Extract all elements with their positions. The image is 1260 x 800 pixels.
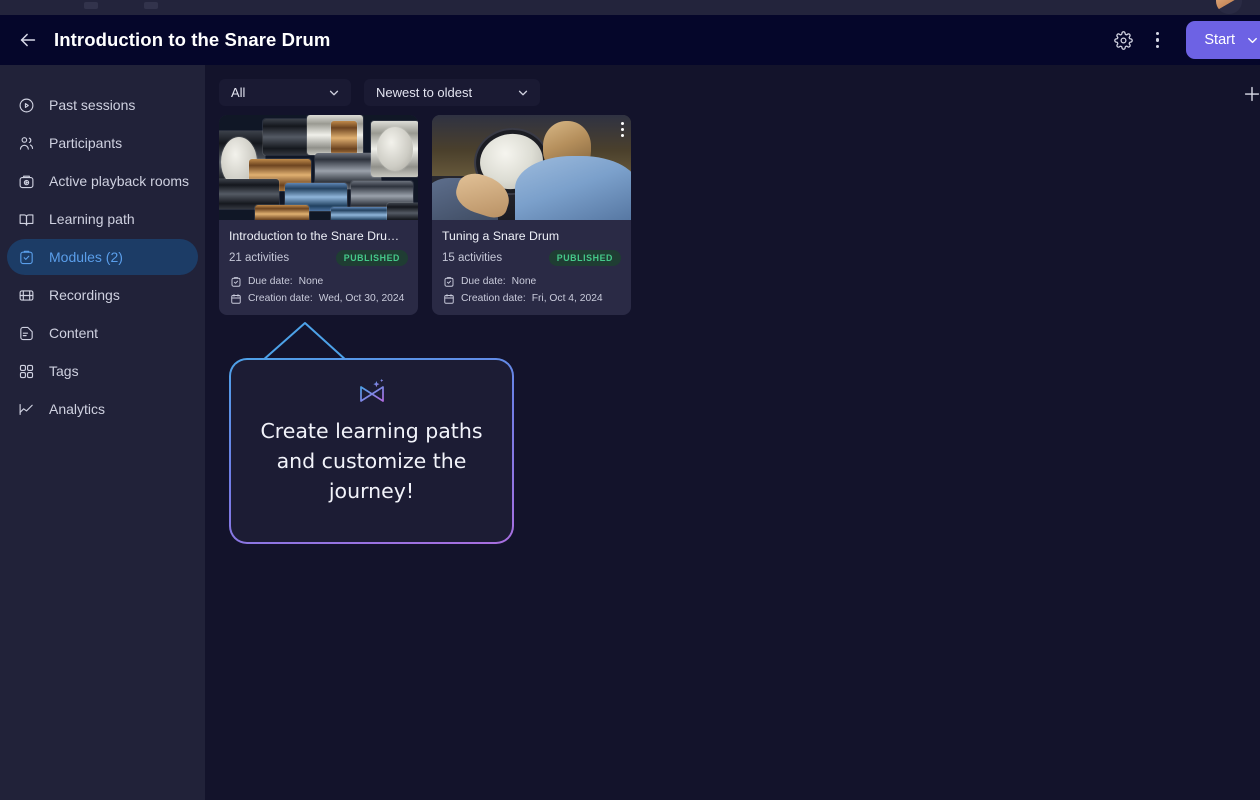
module-card-meta: 15 activities PUBLISHED — [442, 250, 621, 266]
chevron-down-icon — [1248, 37, 1257, 43]
learning-path-callout: Create learning paths and customize the … — [229, 322, 514, 544]
back-button[interactable] — [8, 20, 48, 60]
module-creation-date-label: Creation date: — [248, 293, 313, 304]
start-button[interactable]: Start — [1186, 21, 1260, 59]
module-card-title: Tuning a Snare Drum — [442, 229, 560, 243]
sidebar-item-recordings[interactable]: Recordings — [7, 277, 198, 313]
settings-button[interactable] — [1106, 23, 1140, 57]
module-due-date-row: Due date: None — [229, 275, 408, 288]
module-activities-count: 21 activities — [229, 252, 290, 264]
sidebar-item-learning-path[interactable]: Learning path — [7, 201, 198, 237]
sidebar-item-label: Past sessions — [49, 97, 136, 113]
callout-text: Create learning paths and customize the … — [260, 419, 483, 503]
header-actions: Start — [1106, 15, 1260, 65]
calendar-icon — [229, 292, 242, 305]
app-root: Introduction to the Snare Drum Start Pas… — [0, 0, 1260, 800]
module-card-meta: 21 activities PUBLISHED — [229, 250, 408, 266]
callout-box: Create learning paths and customize the … — [229, 358, 514, 544]
document-icon — [17, 324, 35, 342]
sidebar-item-active-playback-rooms[interactable]: Active playback rooms — [7, 163, 198, 199]
person-tuning-snare-drum-photo — [432, 115, 631, 220]
browser-tab-ghost-1[interactable] — [84, 2, 98, 9]
module-card-title: Introduction to the Snare Drum.mp4 — [229, 229, 408, 243]
module-creation-date-row: Creation date: Wed, Oct 30, 2024 — [229, 292, 408, 305]
browser-chrome-strip — [0, 0, 1260, 15]
filter-select[interactable]: All — [219, 79, 351, 106]
arrow-left-icon — [20, 33, 36, 47]
clipboard-check-icon — [442, 275, 455, 288]
sidebar-item-content[interactable]: Content — [7, 315, 198, 351]
history-play-icon — [17, 96, 35, 114]
sidebar: Past sessions Participants Active playba… — [0, 65, 205, 800]
sidebar-item-participants[interactable]: Participants — [7, 125, 198, 161]
sidebar-item-label: Modules (2) — [49, 249, 123, 265]
module-activities-count: 15 activities — [442, 252, 503, 264]
sidebar-item-label: Learning path — [49, 211, 135, 227]
chevron-down-icon — [329, 90, 339, 95]
playback-room-icon — [17, 172, 35, 190]
module-card[interactable]: Introduction to the Snare Drum.mp4 21 ac… — [219, 115, 418, 315]
kebab-menu-icon — [1155, 31, 1160, 49]
module-card-menu-button[interactable] — [621, 122, 624, 137]
clipboard-check-icon — [17, 248, 35, 266]
sidebar-item-label: Participants — [49, 135, 123, 151]
line-chart-icon — [17, 400, 35, 418]
module-creation-date-value: Wed, Oct 30, 2024 — [318, 293, 405, 304]
module-due-date-value: None — [298, 276, 324, 287]
filter-select-value: All — [231, 85, 246, 100]
sidebar-item-label: Content — [49, 325, 99, 341]
modules-card-grid: Introduction to the Snare Drum.mp4 21 ac… — [219, 115, 631, 315]
module-creation-date-label: Creation date: — [461, 293, 526, 304]
snare-drum-collection-photo — [219, 115, 418, 220]
sidebar-item-label: Active playback rooms — [49, 173, 190, 189]
header-more-button[interactable] — [1140, 23, 1174, 57]
status-badge: PUBLISHED — [335, 250, 408, 266]
module-creation-date-row: Creation date: Fri, Oct 4, 2024 — [442, 292, 621, 305]
calendar-icon — [442, 292, 455, 305]
chevron-down-icon — [518, 90, 528, 95]
module-due-date-label: Due date: — [248, 276, 293, 287]
start-button-label: Start — [1204, 32, 1235, 48]
sidebar-item-analytics[interactable]: Analytics — [7, 391, 198, 427]
add-module-button[interactable] — [1237, 79, 1260, 109]
module-card-body: Tuning a Snare Drum 15 activities PUBLIS… — [432, 220, 631, 315]
tags-grid-icon — [17, 362, 35, 380]
avatar[interactable] — [1216, 0, 1242, 14]
modules-toolbar: All Newest to oldest — [219, 79, 540, 106]
browser-tab-ghost-2[interactable] — [144, 2, 158, 9]
module-creation-date-value: Fri, Oct 4, 2024 — [531, 293, 603, 304]
book-icon — [17, 210, 35, 228]
plus-icon — [1244, 86, 1260, 102]
module-due-date-label: Due date: — [461, 276, 506, 287]
app-header: Introduction to the Snare Drum Start — [0, 15, 1260, 65]
people-icon — [17, 134, 35, 152]
module-due-date-value: None — [511, 276, 537, 287]
sparkle-hourglass-icon — [359, 378, 384, 402]
sidebar-item-tags[interactable]: Tags — [7, 353, 198, 389]
film-icon — [17, 286, 35, 304]
sidebar-item-modules[interactable]: Modules (2) — [7, 239, 198, 275]
sidebar-item-label: Analytics — [49, 401, 106, 417]
module-card-body: Introduction to the Snare Drum.mp4 21 ac… — [219, 220, 418, 315]
sort-select[interactable]: Newest to oldest — [364, 79, 540, 106]
module-due-date-row: Due date: None — [442, 275, 621, 288]
callout-tail — [261, 322, 348, 362]
module-card[interactable]: Tuning a Snare Drum 15 activities PUBLIS… — [432, 115, 631, 315]
page-title: Introduction to the Snare Drum — [54, 29, 331, 50]
clipboard-check-icon — [229, 275, 242, 288]
sidebar-item-label: Recordings — [49, 287, 120, 303]
status-badge: PUBLISHED — [548, 250, 621, 266]
sort-select-value: Newest to oldest — [376, 85, 473, 100]
sidebar-item-label: Tags — [49, 363, 79, 379]
sidebar-item-past-sessions[interactable]: Past sessions — [7, 87, 198, 123]
gear-icon — [1114, 30, 1133, 50]
